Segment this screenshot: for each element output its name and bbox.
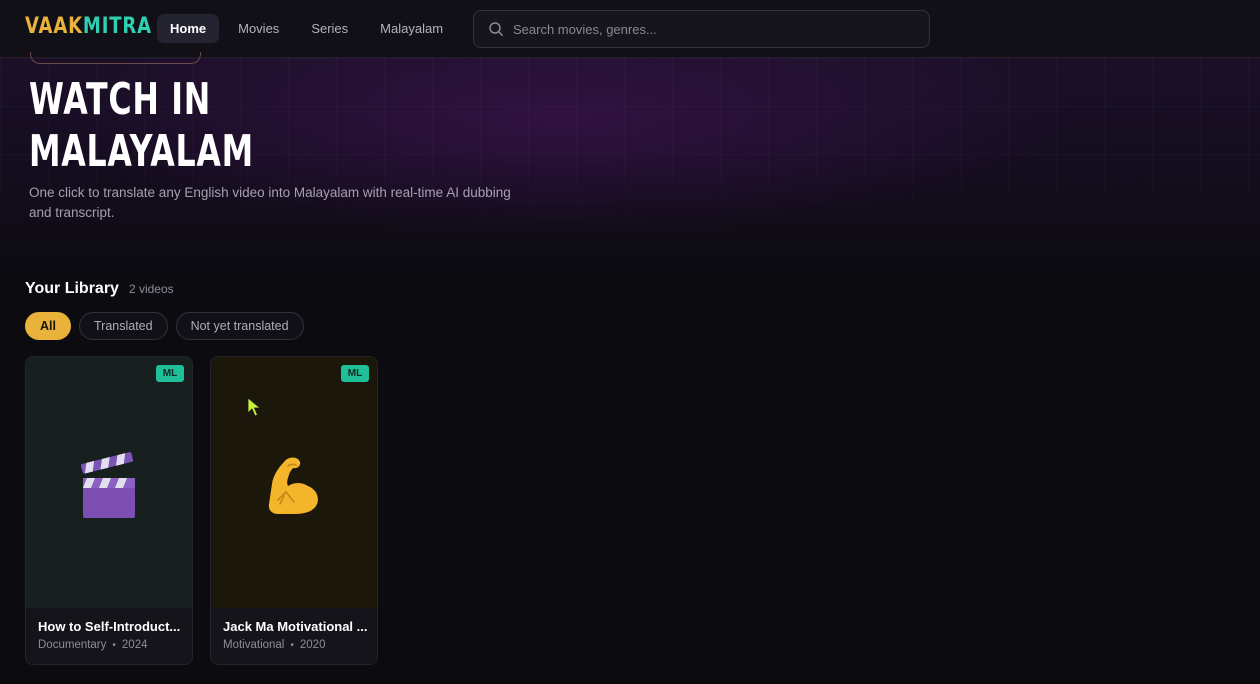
hero-title: WATCH IN MALAYALAM [29, 74, 317, 178]
video-meta: Documentary • 2024 [38, 639, 148, 651]
hero-subtitle: One click to translate any English video… [29, 185, 511, 220]
hero-title-line2: MALAYALAM [29, 126, 254, 177]
video-info: How to Self-Introduct... Documentary • 2… [26, 608, 192, 664]
library-header: Your Library 2 videos [25, 280, 174, 298]
brand-logo[interactable]: VAAKMITRA [25, 14, 152, 39]
video-genre: Motivational [223, 639, 285, 651]
search-bar[interactable] [473, 10, 930, 48]
filter-not-translated[interactable]: Not yet translated [175, 312, 304, 340]
library-count: 2 videos [128, 282, 174, 296]
nav-links: Home Movies Series Malayalam [157, 14, 456, 43]
language-badge: ML [341, 365, 369, 382]
clapperboard-icon [81, 452, 135, 518]
nav-item-series[interactable]: Series [298, 14, 361, 43]
top-navbar: VAAKMITRA Home Movies Series Malayalam [0, 0, 1260, 58]
video-title[interactable]: Jack Ma Motivational ... [223, 619, 369, 634]
video-year: 2024 [121, 639, 148, 651]
video-info: Jack Ma Motivational ... Motivational • … [211, 608, 377, 664]
search-icon [489, 22, 503, 36]
video-year: 2020 [299, 639, 326, 651]
filter-translated[interactable]: Translated [78, 312, 168, 340]
nav-item-malayalam[interactable]: Malayalam [367, 14, 456, 43]
library-title: Your Library [25, 280, 119, 297]
brand-logo-part1: VAAK [25, 14, 83, 39]
nav-item-home[interactable]: Home [157, 14, 220, 43]
brand-logo-part2: MITRA [82, 14, 152, 39]
video-meta: Motivational • 2020 [223, 639, 325, 651]
video-genre: Documentary [38, 639, 107, 651]
page: VAAKMITRA Home Movies Series Malayalam W… [0, 0, 1260, 684]
nav-item-movies[interactable]: Movies [225, 14, 292, 43]
mouse-cursor-icon [247, 397, 261, 417]
meta-separator: • [112, 639, 116, 651]
video-card[interactable]: ML How to Self-Introduct... Documentary … [25, 356, 193, 665]
language-badge: ML [156, 365, 184, 382]
flexed-biceps-icon [268, 457, 318, 514]
filter-all[interactable]: All [25, 312, 71, 340]
hero-title-line1: WATCH IN [29, 74, 212, 125]
library-filters: All Translated Not yet translated [25, 312, 304, 340]
search-input[interactable] [513, 14, 929, 44]
video-title[interactable]: How to Self-Introduct... [38, 619, 184, 634]
meta-separator: • [290, 639, 294, 651]
hero-tag-pill [30, 52, 201, 64]
video-card[interactable]: ML Jack Ma Motivational ... Motivational… [210, 356, 378, 665]
